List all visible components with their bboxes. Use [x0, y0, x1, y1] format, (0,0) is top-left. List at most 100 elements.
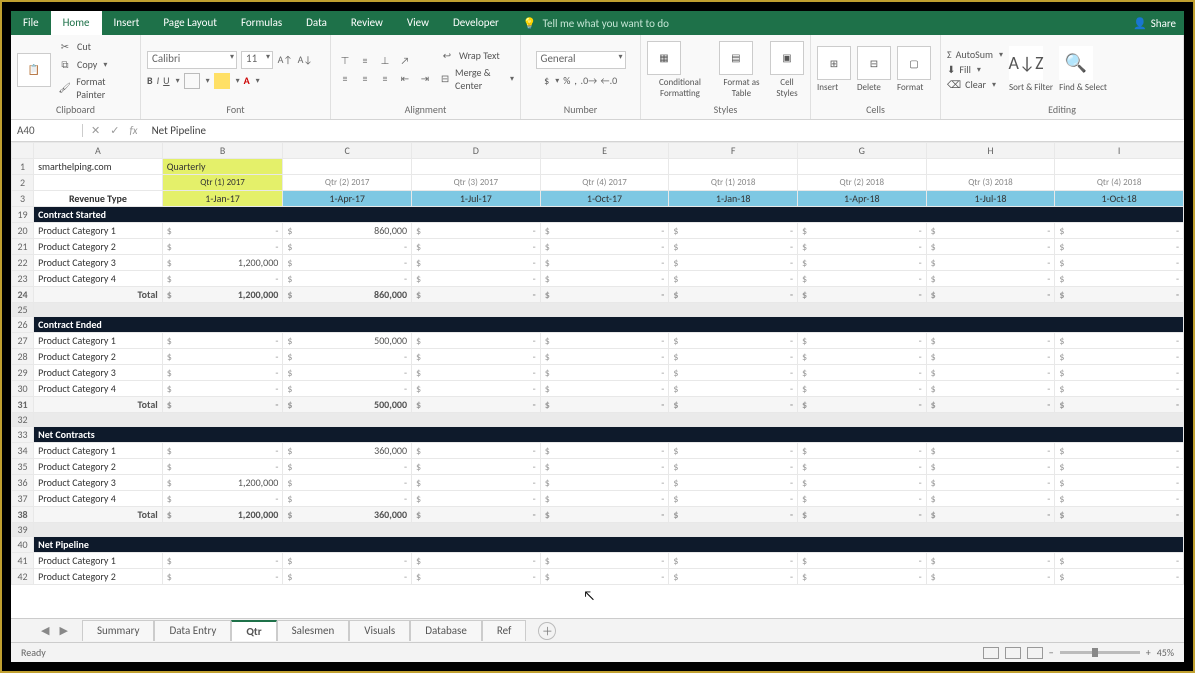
- cell-36-5[interactable]: $-: [1055, 475, 1184, 491]
- cell-41-0[interactable]: $-: [412, 553, 541, 569]
- cell-C-28[interactable]: $-: [283, 349, 412, 365]
- cell-37-1[interactable]: $-: [540, 491, 669, 507]
- cell-B-37[interactable]: $-: [162, 491, 283, 507]
- cell-24-4[interactable]: $-: [926, 287, 1055, 303]
- cancel-formula-icon[interactable]: ✕: [91, 124, 100, 137]
- fill-color-button[interactable]: [214, 73, 230, 89]
- section-net-pipeline[interactable]: Net Pipeline: [34, 537, 1184, 553]
- row-25[interactable]: 25: [12, 303, 34, 317]
- select-all[interactable]: [12, 143, 34, 159]
- cell-21-3[interactable]: $-: [798, 239, 927, 255]
- align-center-icon[interactable]: ≡: [357, 71, 373, 87]
- cell-21-5[interactable]: $-: [1055, 239, 1184, 255]
- cell-C-27[interactable]: $500,000: [283, 333, 412, 349]
- number-format-select[interactable]: General: [536, 51, 626, 69]
- cell-23-4[interactable]: $-: [926, 271, 1055, 287]
- cell-20-3[interactable]: $-: [798, 223, 927, 239]
- tab-developer[interactable]: Developer: [441, 11, 511, 35]
- cell-34-1[interactable]: $-: [540, 443, 669, 459]
- cell-B-23[interactable]: $-: [162, 271, 283, 287]
- cell-C-24[interactable]: $860,000: [283, 287, 412, 303]
- cell-30-2[interactable]: $-: [669, 381, 798, 397]
- copy-button[interactable]: ⧉Copy▾: [57, 57, 134, 73]
- col-G[interactable]: G: [798, 143, 927, 159]
- cell-21-0[interactable]: $-: [412, 239, 541, 255]
- row-20[interactable]: 20: [12, 223, 34, 239]
- cell-B-41[interactable]: $-: [162, 553, 283, 569]
- cell-36-0[interactable]: $-: [412, 475, 541, 491]
- enter-formula-icon[interactable]: ✓: [110, 124, 119, 137]
- row-32[interactable]: 32: [12, 413, 34, 427]
- cell-31-4[interactable]: $-: [926, 397, 1055, 413]
- section-net-contracts[interactable]: Net Contracts: [34, 427, 1184, 443]
- row-29[interactable]: 29: [12, 365, 34, 381]
- underline-button[interactable]: U: [163, 74, 169, 87]
- cell-B-35[interactable]: $-: [162, 459, 283, 475]
- cell-34-4[interactable]: $-: [926, 443, 1055, 459]
- cell-date-3[interactable]: 1-Oct-17: [540, 191, 669, 207]
- col-B[interactable]: B: [162, 143, 283, 159]
- cell-B-24[interactable]: $1,200,000: [162, 287, 283, 303]
- cell-22-0[interactable]: $-: [412, 255, 541, 271]
- cell-42-2[interactable]: $-: [669, 569, 798, 585]
- col-E[interactable]: E: [540, 143, 669, 159]
- cell-B-22[interactable]: $1,200,000: [162, 255, 283, 271]
- cell-label-35[interactable]: Product Category 2: [34, 459, 163, 475]
- tab-insert[interactable]: Insert: [102, 11, 152, 35]
- cell-B-36[interactable]: $1,200,000: [162, 475, 283, 491]
- cell-27-2[interactable]: $-: [669, 333, 798, 349]
- worksheet-grid[interactable]: ABCDEFGHI1smarthelping.comQuarterly2Qtr …: [11, 142, 1184, 618]
- cell-37-2[interactable]: $-: [669, 491, 798, 507]
- find-select-button[interactable]: 🔍Find & Select: [1059, 46, 1107, 93]
- decimal-decrease-icon[interactable]: ←.0: [601, 73, 617, 89]
- cell-38-2[interactable]: $-: [669, 507, 798, 523]
- cell-34-5[interactable]: $-: [1055, 443, 1184, 459]
- cell-qtr-5[interactable]: Qtr (2) 2018: [798, 175, 927, 191]
- cell-37-4[interactable]: $-: [926, 491, 1055, 507]
- insert-cells-button[interactable]: ⊞Insert: [817, 46, 851, 93]
- bold-button[interactable]: B: [147, 74, 153, 87]
- sheet-tab-qtr[interactable]: Qtr: [231, 620, 276, 641]
- row-30[interactable]: 30: [12, 381, 34, 397]
- cell-21-4[interactable]: $-: [926, 239, 1055, 255]
- cell[interactable]: [926, 159, 1055, 175]
- row-36[interactable]: 36: [12, 475, 34, 491]
- cell[interactable]: [1055, 159, 1184, 175]
- row-28[interactable]: 28: [12, 349, 34, 365]
- row-37[interactable]: 37: [12, 491, 34, 507]
- align-bottom-icon[interactable]: ⊥: [377, 53, 393, 69]
- cell-24-3[interactable]: $-: [798, 287, 927, 303]
- cell-31-3[interactable]: $-: [798, 397, 927, 413]
- indent-decrease-icon[interactable]: ⇤: [397, 71, 413, 87]
- cell-date-4[interactable]: 1-Jan-18: [669, 191, 798, 207]
- cell-27-4[interactable]: $-: [926, 333, 1055, 349]
- cell-30-0[interactable]: $-: [412, 381, 541, 397]
- cell-C-22[interactable]: $-: [283, 255, 412, 271]
- cell-23-1[interactable]: $-: [540, 271, 669, 287]
- view-page-break-icon[interactable]: [1027, 647, 1043, 659]
- cell-37-0[interactable]: $-: [412, 491, 541, 507]
- cell-35-0[interactable]: $-: [412, 459, 541, 475]
- cell-37-5[interactable]: $-: [1055, 491, 1184, 507]
- cell-29-3[interactable]: $-: [798, 365, 927, 381]
- border-button[interactable]: [184, 73, 200, 89]
- cell-B-38[interactable]: $1,200,000: [162, 507, 283, 523]
- cell[interactable]: [412, 159, 541, 175]
- row-38[interactable]: 38: [12, 507, 34, 523]
- cell-revtype[interactable]: Revenue Type: [34, 191, 163, 207]
- cell-20-2[interactable]: $-: [669, 223, 798, 239]
- cell-C-30[interactable]: $-: [283, 381, 412, 397]
- cell-label-28[interactable]: Product Category 2: [34, 349, 163, 365]
- sheet-tab-salesmen[interactable]: Salesmen: [277, 620, 350, 641]
- col-H[interactable]: H: [926, 143, 1055, 159]
- format-painter-button[interactable]: 🖌Format Painter: [57, 75, 134, 101]
- tab-data[interactable]: Data: [294, 11, 339, 35]
- cell-label-38[interactable]: Total: [34, 507, 163, 523]
- cell-20-4[interactable]: $-: [926, 223, 1055, 239]
- orientation-icon[interactable]: ↗: [397, 53, 413, 69]
- row-35[interactable]: 35: [12, 459, 34, 475]
- prev-sheet-icon[interactable]: ◀: [41, 624, 49, 637]
- cell-30-5[interactable]: $-: [1055, 381, 1184, 397]
- cell-22-1[interactable]: $-: [540, 255, 669, 271]
- cell-38-1[interactable]: $-: [540, 507, 669, 523]
